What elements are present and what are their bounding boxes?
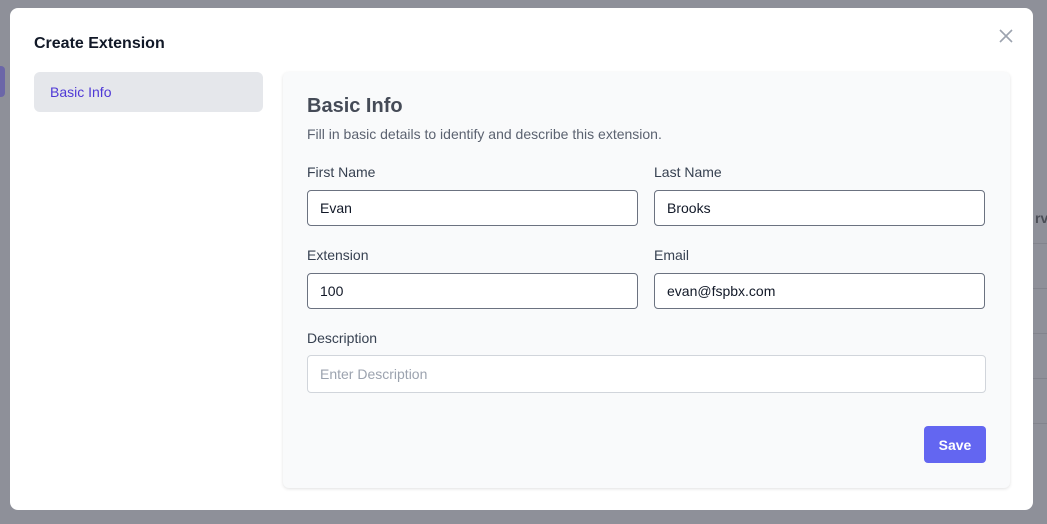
section-description: Fill in basic details to identify and de…	[307, 126, 662, 142]
backdrop-column-header: rvi	[1035, 210, 1047, 226]
backdrop-divider	[1033, 333, 1047, 334]
create-extension-modal: Create Extension Basic Info Basic Info F…	[10, 8, 1033, 510]
last-name-input[interactable]	[654, 190, 985, 226]
description-input[interactable]	[307, 355, 986, 393]
backdrop-divider	[1033, 288, 1047, 289]
extension-input[interactable]	[307, 273, 638, 309]
section-heading: Basic Info	[307, 95, 403, 117]
backdrop-divider	[1033, 423, 1047, 424]
email-label: Email	[654, 247, 690, 263]
backdrop-divider	[1033, 243, 1047, 244]
save-button[interactable]: Save	[924, 426, 986, 463]
backdrop-divider	[1033, 378, 1047, 379]
description-label: Description	[307, 330, 378, 346]
modal-title: Create Extension	[34, 35, 165, 52]
basic-info-panel: Basic Info Fill in basic details to iden…	[283, 72, 1010, 488]
first-name-label: First Name	[307, 164, 376, 180]
email-input[interactable]	[654, 273, 985, 309]
last-name-label: Last Name	[654, 164, 722, 180]
backdrop-button	[0, 66, 5, 97]
extension-label: Extension	[307, 247, 369, 263]
close-icon[interactable]	[997, 27, 1015, 45]
sidebar-item-basic-info[interactable]: Basic Info	[34, 72, 263, 112]
first-name-input[interactable]	[307, 190, 638, 226]
